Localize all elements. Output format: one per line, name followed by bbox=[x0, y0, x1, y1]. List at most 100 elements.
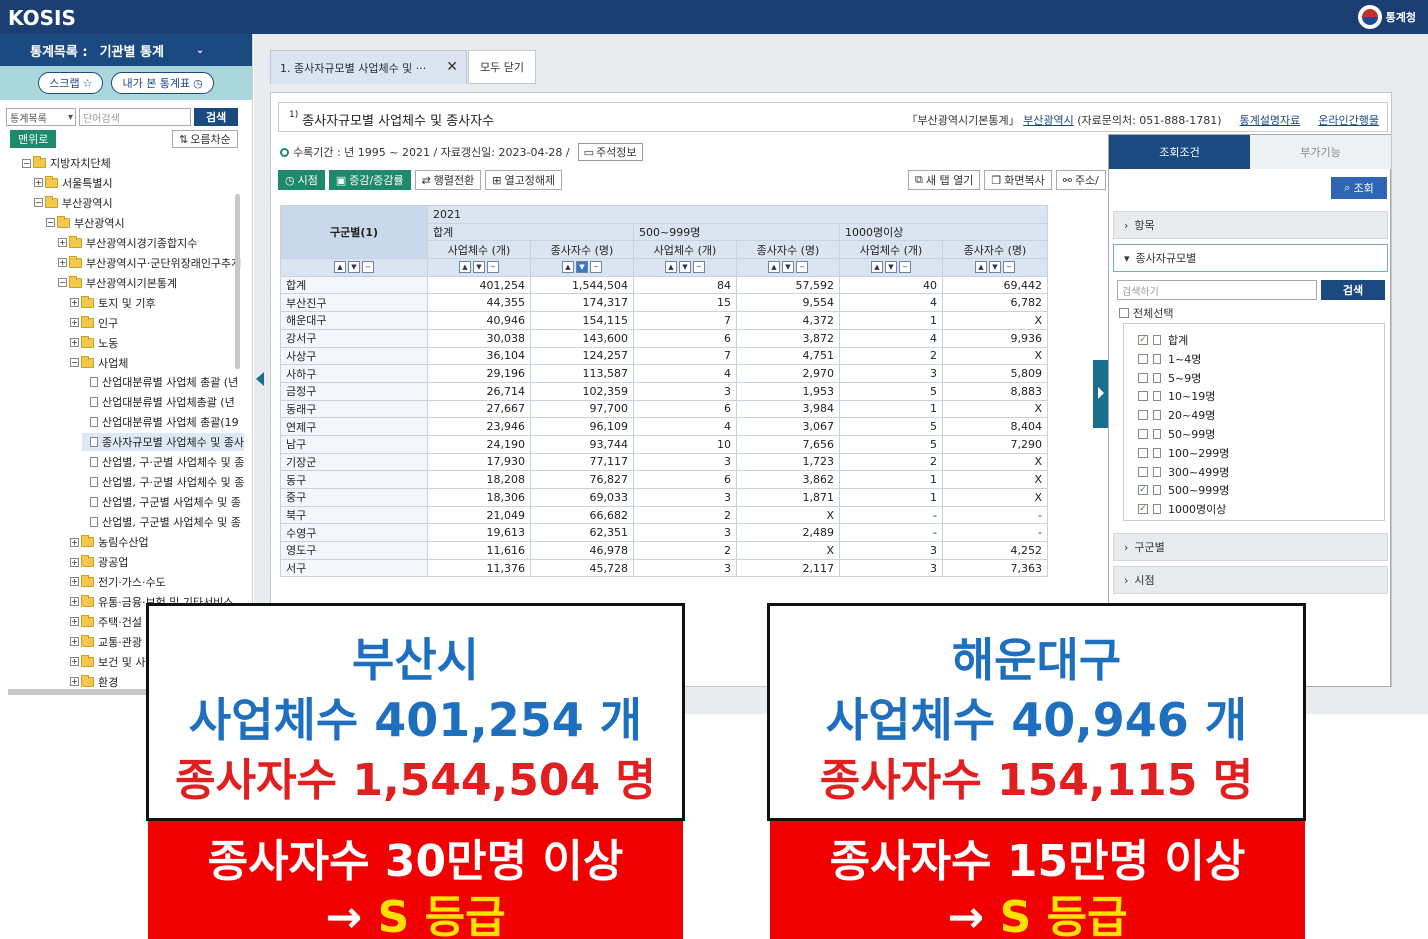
sort-reset-icon[interactable]: − bbox=[899, 261, 911, 274]
checkbox[interactable] bbox=[1138, 372, 1148, 383]
sort-reset-icon[interactable]: − bbox=[796, 261, 808, 274]
expand-icon[interactable]: + bbox=[70, 657, 79, 667]
tree-node[interactable]: + 환경 bbox=[70, 673, 118, 691]
select-all-checkbox[interactable]: 전체선택 bbox=[1119, 305, 1173, 321]
checkbox[interactable] bbox=[1138, 466, 1148, 477]
size-option[interactable]: 50~99명 bbox=[1138, 426, 1215, 442]
sort-desc-icon[interactable]: ▼ bbox=[989, 261, 1001, 274]
scrap-button[interactable]: 스크랩 ☆ bbox=[38, 72, 104, 94]
tree-node[interactable]: + 교통·관광 bbox=[70, 633, 142, 651]
tree-node[interactable]: − 부산광역시 bbox=[46, 214, 125, 232]
footnote-marker[interactable]: 1) bbox=[289, 110, 298, 120]
close-icon[interactable]: ✕ bbox=[446, 59, 458, 75]
annotation-button[interactable]: ▭ 주석정보 bbox=[577, 143, 643, 161]
sort-reset-icon[interactable]: − bbox=[1003, 261, 1015, 274]
expand-icon[interactable]: + bbox=[70, 537, 79, 547]
sort-desc-icon[interactable]: ▼ bbox=[679, 261, 691, 274]
tree-node[interactable]: + 부산광역시구·군단위장래인구추계 bbox=[58, 254, 241, 272]
tab-active-table[interactable]: 1. 종사자규모별 사업체수 및 ··· ✕ bbox=[270, 50, 467, 84]
sort-asc-icon[interactable]: ▲ bbox=[665, 261, 677, 274]
size-option[interactable]: ✓ 합계 bbox=[1138, 332, 1188, 348]
expand-icon[interactable]: + bbox=[70, 338, 79, 348]
sort-asc-icon[interactable]: ▲ bbox=[334, 261, 346, 274]
sort-asc-icon[interactable]: ▲ bbox=[459, 261, 471, 274]
tree-node[interactable]: 산업별, 구·군별 사업체수 및 종 bbox=[82, 473, 244, 491]
size-option[interactable]: ✓ 500~999명 bbox=[1138, 482, 1229, 498]
tree-node[interactable]: 산업대분류별 사업체 총괄 (년 bbox=[82, 373, 238, 391]
tree-node[interactable]: + 전기·가스·수도 bbox=[70, 573, 166, 591]
expand-icon[interactable]: + bbox=[70, 557, 79, 567]
tree-node[interactable]: − 부산광역시기본통계 bbox=[58, 274, 177, 292]
unfreeze-columns-button[interactable]: ⊞ 열고정해제 bbox=[485, 170, 563, 190]
expand-icon[interactable]: + bbox=[70, 318, 79, 328]
size-section[interactable]: ▾ 종사자규모별 bbox=[1113, 244, 1388, 272]
sort-ascending-button[interactable]: ⇅ 오름차순 bbox=[172, 130, 238, 148]
checkbox[interactable] bbox=[1138, 447, 1148, 458]
tree-node[interactable]: + 농림수산업 bbox=[70, 533, 149, 551]
expand-icon[interactable]: + bbox=[70, 597, 79, 607]
item-section[interactable]: › 항목 bbox=[1113, 211, 1388, 239]
time-section[interactable]: › 시점 bbox=[1113, 566, 1388, 594]
close-all-tabs-button[interactable]: 모두 닫기 bbox=[468, 50, 536, 84]
tree-node[interactable]: + 부산광역시경기종합지수 bbox=[58, 234, 197, 252]
new-tab-button[interactable]: ⧉ 새 탭 열기 bbox=[908, 170, 981, 190]
org-link[interactable]: 부산광역시 bbox=[1023, 114, 1074, 127]
size-option[interactable]: 100~299명 bbox=[1138, 445, 1229, 461]
expand-icon[interactable]: + bbox=[70, 637, 79, 647]
tab-query-condition[interactable]: 조회조건 bbox=[1109, 135, 1250, 169]
collapse-icon[interactable]: − bbox=[22, 158, 31, 168]
expand-icon[interactable]: + bbox=[70, 677, 79, 687]
sort-asc-icon[interactable]: ▲ bbox=[871, 261, 883, 274]
checkbox[interactable] bbox=[1138, 391, 1148, 402]
time-point-button[interactable]: ◷ 시점 bbox=[278, 170, 325, 190]
agency-badge[interactable]: 통계청 bbox=[1357, 5, 1416, 29]
recent-tables-button[interactable]: 내가 본 통계표 ◷ bbox=[111, 72, 214, 94]
tree-node[interactable]: − 부산광역시 bbox=[34, 194, 113, 212]
collapse-icon[interactable]: − bbox=[34, 198, 43, 208]
tree-node[interactable]: 산업대분류별 사업체총괄 (년 bbox=[82, 393, 235, 411]
sort-asc-icon[interactable]: ▲ bbox=[562, 261, 574, 274]
sort-reset-icon[interactable]: − bbox=[362, 261, 374, 274]
checkbox[interactable] bbox=[1138, 429, 1148, 439]
tree-node[interactable]: 산업별, 구군별 사업체수 및 종 bbox=[82, 513, 241, 531]
sort-reset-icon[interactable]: − bbox=[590, 261, 602, 274]
expand-icon[interactable]: + bbox=[34, 178, 43, 188]
expand-icon[interactable]: + bbox=[58, 258, 67, 268]
tree-node[interactable]: + 광공업 bbox=[70, 553, 128, 571]
tree-node[interactable]: + 주택·건설 bbox=[70, 613, 142, 631]
online-publication-link[interactable]: 온라인간행물 bbox=[1318, 112, 1379, 128]
stat-description-link[interactable]: 통계설명자료 bbox=[1240, 112, 1301, 128]
list-type-select[interactable]: 통계목록 ▾ bbox=[6, 108, 76, 126]
tree-vertical-scrollbar[interactable] bbox=[235, 194, 240, 369]
collapse-icon[interactable]: − bbox=[46, 218, 55, 228]
tree-node[interactable]: + 노동 bbox=[70, 334, 118, 352]
expand-icon[interactable]: + bbox=[58, 238, 67, 248]
tree-node[interactable]: − 사업체 bbox=[70, 354, 128, 372]
expand-icon[interactable]: + bbox=[70, 577, 79, 587]
screen-copy-button[interactable]: ❐ 화면복사 bbox=[984, 170, 1052, 190]
collapse-icon[interactable]: − bbox=[70, 358, 79, 367]
collapse-condition-panel-icon[interactable] bbox=[1093, 360, 1109, 428]
checkbox[interactable]: ✓ bbox=[1138, 335, 1148, 345]
checkbox[interactable] bbox=[1119, 308, 1129, 318]
size-option[interactable]: 5~9명 bbox=[1138, 370, 1201, 386]
sort-reset-icon[interactable]: − bbox=[487, 261, 499, 274]
size-option[interactable]: 300~499명 bbox=[1138, 464, 1229, 480]
sort-asc-icon[interactable]: ▲ bbox=[975, 261, 987, 274]
collapse-icon[interactable]: − bbox=[58, 278, 67, 288]
size-option[interactable]: 20~49명 bbox=[1138, 407, 1215, 423]
tree-node[interactable]: 산업대분류별 사업체 총괄(19 bbox=[82, 413, 239, 431]
tree-node[interactable]: 산업별, 구군별 사업체수 및 종 bbox=[82, 493, 241, 511]
condition-search-input[interactable]: 검색하기 bbox=[1117, 280, 1317, 300]
tree-node[interactable]: + 서울특별시 bbox=[34, 174, 113, 192]
sort-desc-icon[interactable]: ▼ bbox=[473, 261, 485, 274]
tree-node[interactable]: − 지방자치단체 bbox=[22, 154, 111, 172]
checkbox[interactable] bbox=[1138, 353, 1148, 364]
size-option[interactable]: ✓ 1000명이상 bbox=[1138, 501, 1226, 517]
sidebar-search-button[interactable]: 검색 bbox=[194, 108, 239, 126]
change-rate-button[interactable]: ▣ 증감/증감률 bbox=[328, 170, 411, 190]
checkbox[interactable] bbox=[1138, 410, 1148, 421]
expand-icon[interactable]: + bbox=[70, 617, 79, 627]
chevron-down-icon[interactable]: ⌄ bbox=[196, 45, 204, 56]
query-button[interactable]: ⌕ 조회 bbox=[1331, 177, 1387, 199]
